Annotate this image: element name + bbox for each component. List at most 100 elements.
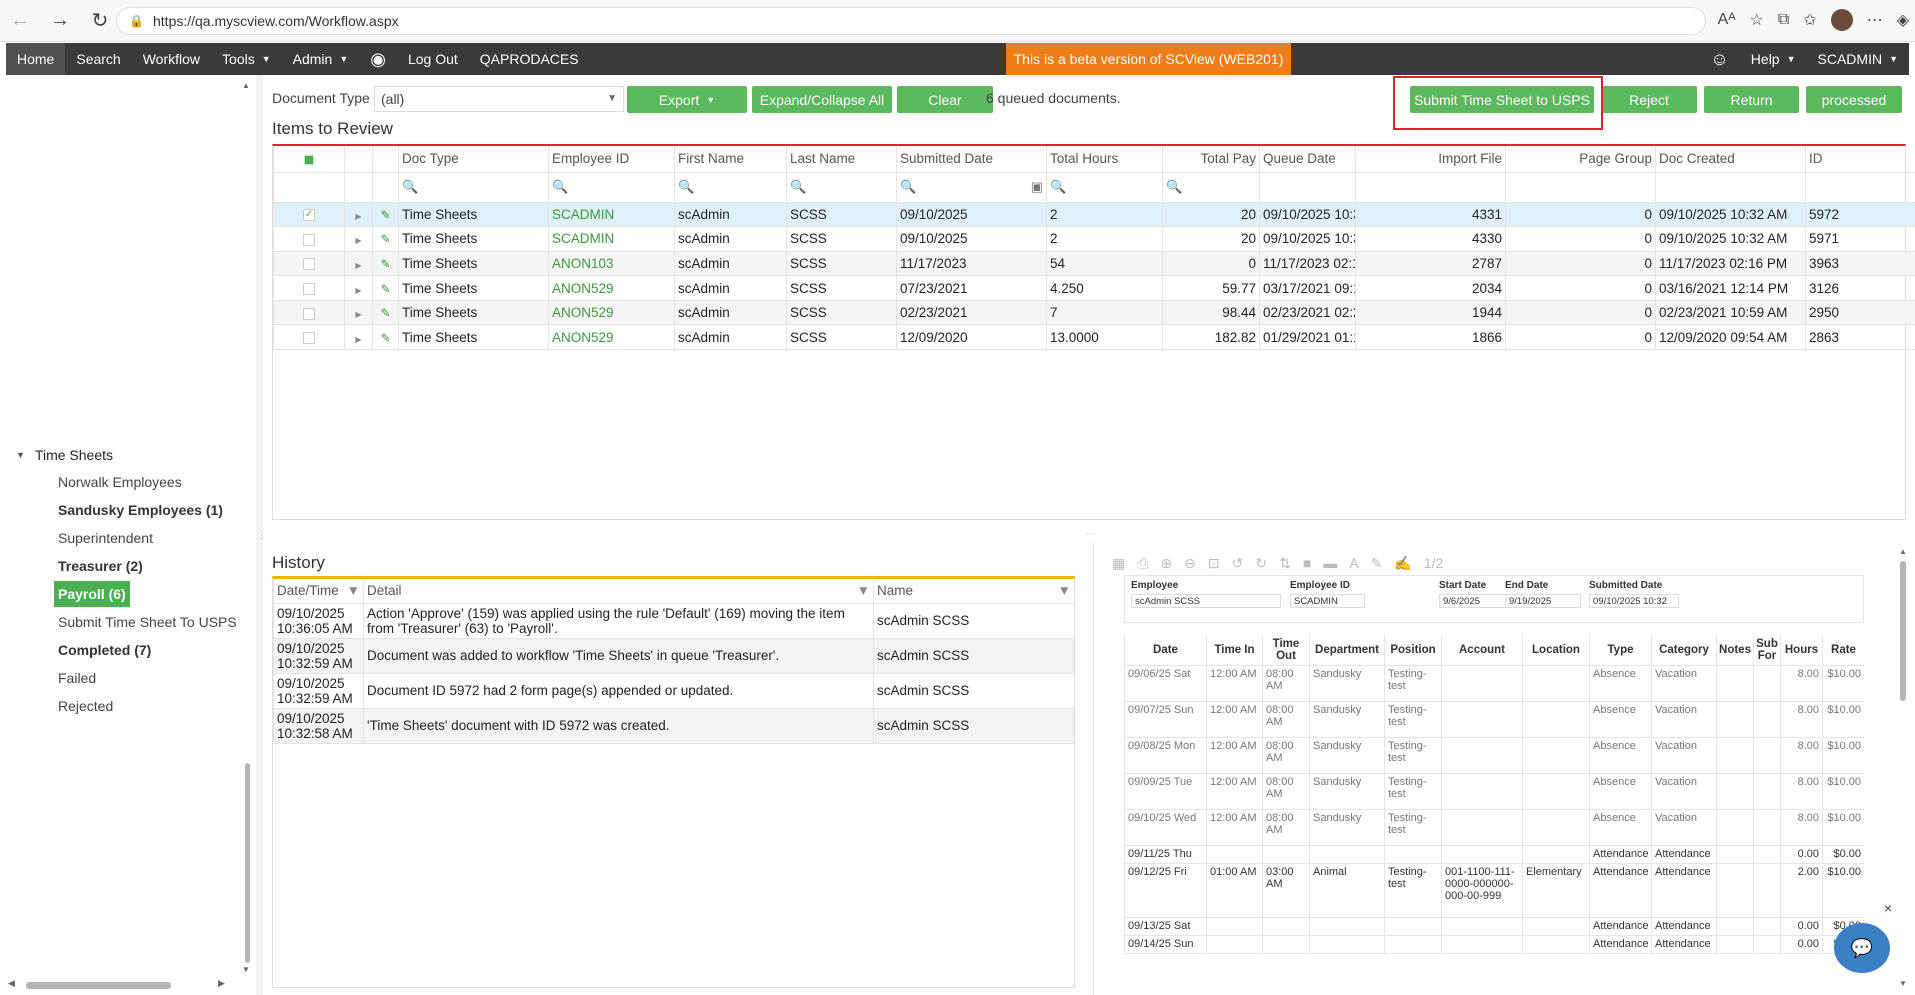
calendar-icon[interactable]: ▣ [1031,179,1043,195]
read-aloud-icon[interactable]: Aᴬ [1718,11,1736,29]
filter-total-pay[interactable]: 🔍 [1162,172,1260,203]
processed-button[interactable]: processed [1806,86,1902,113]
sidebar-scrollbar[interactable]: ▲ ▼ [240,81,254,974]
sidebar-hscrollbar[interactable]: ◀ ▶ [6,978,231,990]
return-button[interactable]: Return [1704,86,1799,113]
sidebar-item-completed[interactable]: Completed (7) [58,636,237,664]
filter-total-hours[interactable]: 🔍 [1046,172,1163,203]
row-checkbox[interactable] [273,300,345,326]
copilot-icon[interactable]: ◈ [1897,10,1909,30]
filter-last-name[interactable]: 🔍 [786,172,897,203]
stamp-icon[interactable]: ✎ [1371,555,1383,572]
print-icon[interactable]: ⎙ [1137,555,1148,572]
refresh-icon[interactable]: ↻ [80,1,120,41]
nav-user[interactable]: SCADMIN ▼ [1807,43,1909,75]
grid-cell[interactable]: ANON529 [548,300,675,326]
nav-admin[interactable]: Admin ▼ [282,43,360,75]
eye-icon[interactable]: ◉ [359,43,397,75]
sidebar-item-failed[interactable]: Failed [58,664,237,692]
sidebar-item-norwalk[interactable]: Norwalk Employees [58,468,237,496]
logout-link[interactable]: Log Out [397,43,469,75]
col-detail[interactable]: Detail ▼ [363,579,874,604]
tree-node-time-sheets[interactable]: ▼ Time Sheets [16,447,113,463]
horizontal-splitter[interactable]: ⋯ [262,529,1910,540]
table-row[interactable]: ▶ ✎ Time Sheets ANON529 scAdmin SCSS 12/09/202… [273,324,1915,351]
fit-icon[interactable]: ⊡ [1208,555,1220,572]
expand-row-icon[interactable]: ▶ [344,202,373,228]
row-checkbox[interactable] [273,324,345,351]
nav-help[interactable]: Help ▼ [1740,43,1807,75]
filter-employee-id[interactable]: 🔍 [548,172,675,203]
nav-home[interactable]: Home [6,43,66,75]
nav-tools[interactable]: Tools ▼ [211,43,282,75]
highlight-icon[interactable]: ▬ [1323,555,1337,571]
col-submitted-date[interactable]: Submitted Date [896,146,1047,173]
edit-icon[interactable]: ✎ [372,226,399,252]
chat-icon[interactable]: 💬 [1834,923,1890,973]
filter-icon[interactable]: ▼ [857,583,870,598]
favorite-icon[interactable]: ☆ [1750,10,1764,30]
sidebar-item-payroll[interactable]: Payroll (6) [54,581,130,607]
expand-collapse-button[interactable]: Expand/Collapse All [752,86,892,113]
thumbnails-icon[interactable]: ▦ [1112,555,1125,572]
filter-doc-type[interactable]: 🔍 [398,172,549,203]
col-page-group[interactable]: Page Group [1505,146,1656,173]
viewer-scrollbar[interactable]: ▲ ▼ [1898,547,1908,991]
row-checkbox[interactable] [273,226,345,252]
grid-cell[interactable]: ANON529 [548,324,675,351]
row-checkbox[interactable] [273,251,345,277]
nav-workflow[interactable]: Workflow [132,43,211,75]
forward-icon[interactable]: → [40,1,80,41]
grid-cell[interactable]: SCADMIN [548,202,675,228]
edit-icon[interactable]: ✎ [372,324,399,351]
back-icon[interactable]: ← [0,1,40,41]
flip-icon[interactable]: ⇅ [1279,555,1291,572]
sidebar-item-sandusky[interactable]: Sandusky Employees (1) [58,496,237,524]
col-total-hours[interactable]: Total Hours [1046,146,1163,173]
expand-row-icon[interactable]: ▶ [344,275,373,301]
smiley-icon[interactable]: ☺ [1699,43,1739,75]
zoom-in-icon[interactable]: ⊕ [1160,555,1172,572]
row-checkbox[interactable]: ✓ [273,202,345,228]
sidebar-item-treasurer[interactable]: Treasurer (2) [58,552,237,580]
profile-avatar[interactable] [1830,9,1853,31]
col-import-file[interactable]: Import File [1355,146,1506,173]
col-employee-id[interactable]: Employee ID [548,146,675,173]
edit-icon[interactable]: ✎ [372,275,399,301]
reject-button[interactable]: Reject [1601,86,1697,113]
table-row[interactable]: ▶ ✎ Time Sheets SCADMIN scAdmin SCSS 09/10/202… [273,226,1915,252]
filter-submitted-date[interactable]: 🔍 ▣ [896,172,1047,203]
table-row[interactable]: ▶ ✎ Time Sheets ANON103 scAdmin SCSS 11/17/202… [273,251,1915,277]
col-date-time[interactable]: Date/Time ▼ [273,579,364,604]
text-icon[interactable]: A [1349,555,1358,571]
select-all-checkbox[interactable] [273,146,345,173]
filter-icon[interactable]: ▼ [1058,583,1071,598]
col-first-name[interactable]: First Name [674,146,787,173]
col-doc-created[interactable]: Doc Created [1655,146,1806,173]
grid-cell[interactable]: ANON529 [548,275,675,301]
grid-cell[interactable]: ANON103 [548,251,675,277]
close-icon[interactable]: × [1884,900,1892,916]
sidebar-item-superintendent[interactable]: Superintendent [58,524,237,552]
export-button[interactable]: Export ▼ [627,86,747,113]
row-checkbox[interactable] [273,275,345,301]
sidebar-item-submit-usps[interactable]: Submit Time Sheet To USPS [58,608,237,636]
col-doc-type[interactable]: Doc Type [398,146,549,173]
extensions-icon[interactable]: ⧉ [1778,11,1789,29]
expand-row-icon[interactable]: ▶ [344,226,373,252]
doc-type-select[interactable]: (all) ▼ [374,86,624,112]
filter-icon[interactable]: ▼ [347,583,360,598]
more-icon[interactable]: ⋯ [1867,10,1883,30]
address-bar[interactable]: 🔒 https://qa.myscview.com/Workflow.aspx [116,7,1706,35]
col-queue-date[interactable]: Queue Date [1259,146,1356,173]
col-total-pay[interactable]: Total Pay [1162,146,1260,173]
rotate-right-icon[interactable]: ↻ [1255,555,1267,572]
sign-icon[interactable]: ✍ [1394,555,1411,572]
col-name[interactable]: Name ▼ [873,579,1074,604]
nav-search[interactable]: Search [65,43,131,75]
table-row[interactable]: ✓ ▶ ✎ Time Sheets SCADMIN scAdmin SCSS 09/10/20… [273,202,1915,228]
expand-row-icon[interactable]: ▶ [344,300,373,326]
collapse-icon[interactable]: ▼ [16,450,25,460]
edit-icon[interactable]: ✎ [372,300,399,326]
zoom-out-icon[interactable]: ⊖ [1184,555,1196,572]
